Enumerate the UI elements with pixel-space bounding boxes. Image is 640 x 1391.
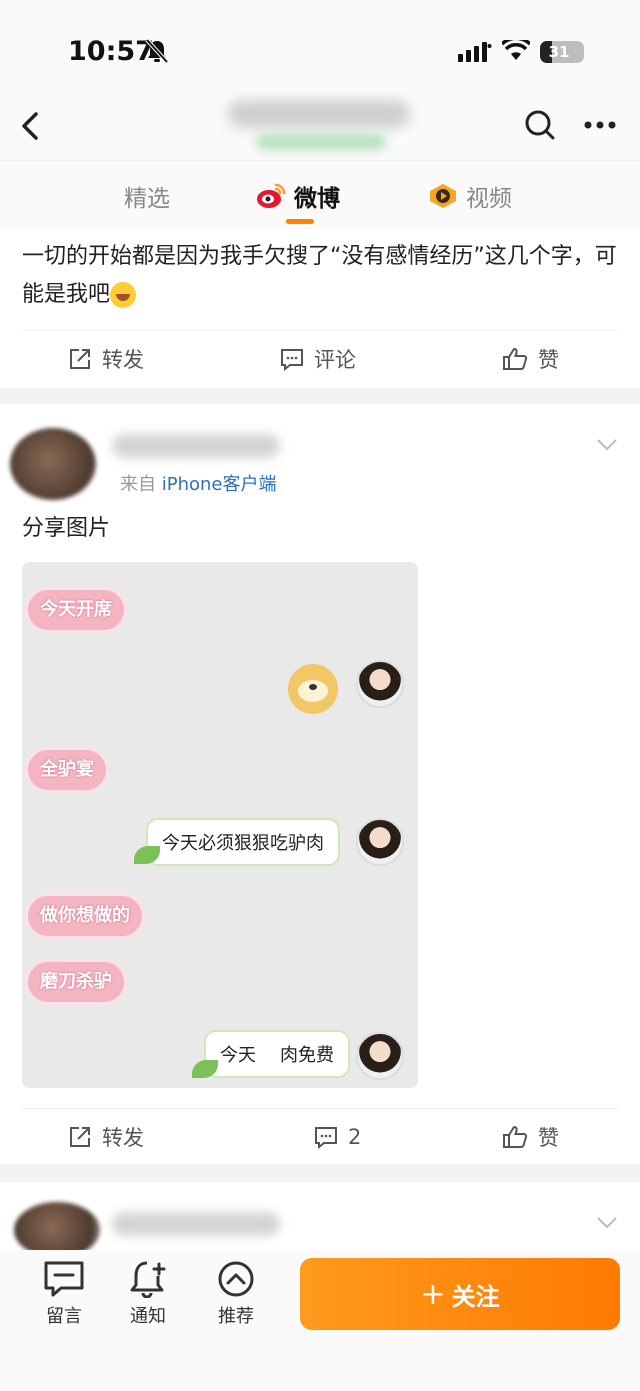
post-card[interactable]	[0, 1182, 640, 1258]
post-source-client[interactable]: iPhone客户端	[162, 474, 277, 495]
thumbs-up-icon	[503, 347, 528, 370]
notify-button[interactable]: 通知	[118, 1260, 178, 1328]
forward-button[interactable]: 转发	[68, 331, 144, 387]
comment-label: 评论	[314, 348, 356, 372]
bell-muted-icon	[145, 38, 169, 64]
chat-bubble: 今天必须狠狠吃驴肉	[146, 818, 340, 866]
comment-button[interactable]: 2	[314, 1109, 361, 1165]
notify-label: 通知	[130, 1306, 166, 1327]
tab-video[interactable]: 视频	[428, 161, 512, 231]
author-name-redacted	[112, 434, 280, 458]
chat-avatar	[356, 660, 404, 708]
post-card[interactable]: 一切的开始都是因为我手欠搜了“没有感情经历”这几个字，可能是我吧 转发 评论 赞	[0, 230, 640, 388]
chat-bubble-text-end: 肉免费	[280, 1045, 334, 1066]
post-card[interactable]: 来自 iPhone客户端 分享图片 今天开席 全驴宴 今天必须狠狠吃驴肉 做你想…	[0, 404, 640, 1164]
thumbs-up-icon	[503, 1125, 528, 1148]
search-icon[interactable]	[524, 108, 556, 142]
like-label: 赞	[538, 1126, 559, 1150]
post-actions: 转发 2 赞	[22, 1108, 618, 1164]
tab-featured[interactable]: 精选	[124, 161, 170, 231]
follow-label: 关注	[451, 1282, 500, 1311]
recommend-button[interactable]: 推荐	[206, 1260, 266, 1328]
post-meta: 来自 iPhone客户端	[120, 470, 277, 496]
profile-name-redacted	[228, 100, 410, 128]
battery-icon: 31	[540, 41, 584, 63]
chevron-left-icon[interactable]	[16, 106, 46, 146]
recommend-label: 推荐	[218, 1306, 254, 1327]
forward-icon	[70, 349, 90, 369]
chat-bubble: 今天 肉免费	[204, 1030, 350, 1078]
plus-icon: +	[420, 1276, 446, 1312]
message-icon	[44, 1261, 84, 1297]
bell-plus-icon	[130, 1261, 166, 1298]
doge-emoji-icon	[288, 664, 338, 714]
tab-bar: 精选 微博 视频	[0, 160, 640, 230]
tab-label: 精选	[124, 186, 170, 212]
author-name-redacted	[112, 1212, 280, 1236]
more-icon[interactable]	[584, 120, 616, 130]
like-button[interactable]: 赞	[502, 331, 559, 387]
post-text-tail: 吧	[88, 282, 111, 307]
status-time: 10:57	[68, 36, 154, 67]
like-label: 赞	[538, 348, 559, 372]
message-button[interactable]: 留言	[34, 1260, 94, 1328]
post-source-label: 来自	[120, 474, 156, 495]
post-text: 一切的开始都是因为我手欠搜了“没有感情经历”这几个字，可能是我吧	[22, 238, 622, 314]
comment-button[interactable]: 评论	[280, 331, 356, 387]
post-text: 分享图片	[22, 516, 111, 541]
tab-label: 视频	[466, 186, 512, 212]
chat-sticker-text: 全驴宴	[28, 750, 106, 790]
forward-button[interactable]: 转发	[68, 1109, 144, 1165]
profile-subtitle-redacted	[256, 134, 386, 150]
comment-icon	[315, 1127, 337, 1149]
forward-label: 转发	[102, 1126, 144, 1150]
forward-icon	[70, 1127, 90, 1147]
bottom-bar: 留言 通知 推荐 + 关注	[0, 1250, 640, 1391]
chevron-up-circle-icon	[218, 1261, 254, 1297]
message-label: 留言	[46, 1306, 82, 1327]
chat-avatar	[356, 1032, 404, 1080]
post-actions: 转发 评论 赞	[22, 330, 618, 386]
chat-sticker-text: 磨刀杀驴	[28, 962, 124, 1002]
wifi-icon	[502, 40, 530, 60]
chat-bubble-text-start: 今天	[220, 1045, 256, 1066]
video-icon	[430, 184, 456, 208]
avatar[interactable]	[10, 428, 96, 500]
chevron-down-icon[interactable]	[596, 1216, 618, 1230]
chat-sticker-text: 做你想做的	[28, 896, 142, 936]
cellular-signal-icon	[458, 42, 492, 62]
forward-label: 转发	[102, 348, 144, 372]
status-bar: 10:57 31	[0, 0, 640, 100]
nav-bar	[0, 100, 640, 160]
tab-active-indicator	[286, 219, 314, 224]
chat-avatar	[356, 818, 404, 866]
comment-icon	[281, 349, 303, 371]
follow-button[interactable]: + 关注	[300, 1258, 620, 1330]
tab-label: 微博	[294, 186, 340, 212]
laugh-emoji-icon	[110, 282, 137, 308]
chevron-down-icon[interactable]	[596, 438, 618, 452]
battery-level: 31	[548, 43, 570, 61]
chat-sticker-text: 今天开席	[28, 590, 124, 630]
comment-count: 2	[348, 1125, 362, 1149]
shared-image[interactable]: 今天开席 全驴宴 今天必须狠狠吃驴肉 做你想做的 磨刀杀驴 今天 肉免费	[22, 562, 418, 1088]
like-button[interactable]: 赞	[502, 1109, 559, 1165]
weibo-logo-icon	[257, 183, 286, 208]
